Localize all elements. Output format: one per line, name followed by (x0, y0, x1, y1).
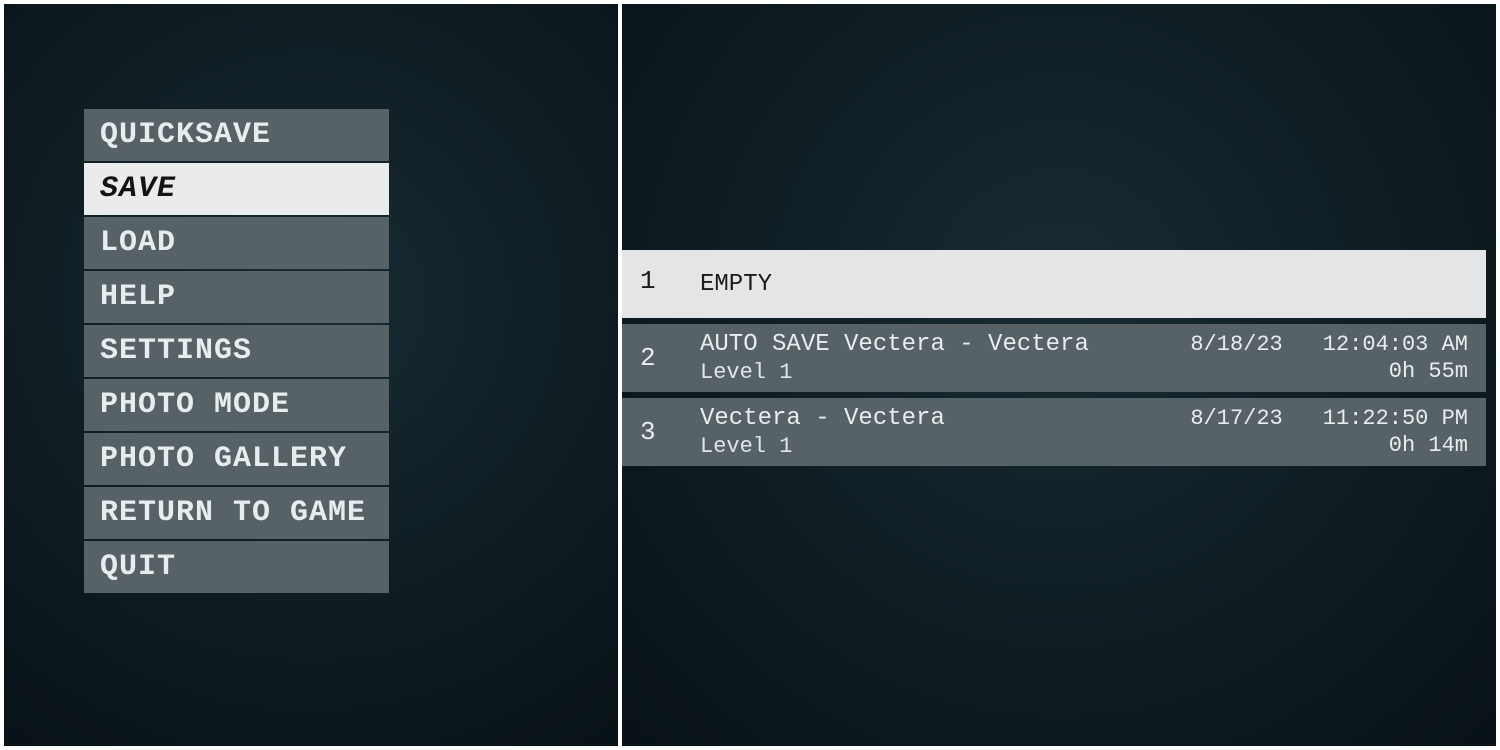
pause-menu-panel: QUICKSAVE SAVE LOAD HELP SETTINGS PHOTO … (0, 0, 620, 750)
slot-index: 1 (640, 266, 700, 302)
menu-item-photo-gallery[interactable]: PHOTO GALLERY (84, 433, 389, 485)
slot-body: AUTO SAVE Vectera - Vectera Level 1 (700, 331, 1190, 385)
menu-item-label: RETURN TO GAME (100, 496, 366, 530)
slot-title: AUTO SAVE Vectera - Vectera (700, 331, 1190, 358)
slot-body: Vectera - Vectera Level 1 (700, 405, 1190, 459)
pause-menu: QUICKSAVE SAVE LOAD HELP SETTINGS PHOTO … (84, 109, 389, 593)
menu-item-label: PHOTO MODE (100, 388, 290, 422)
slot-duration: 0h 55m (1389, 359, 1468, 384)
save-slot[interactable]: 1 EMPTY (622, 250, 1486, 318)
slot-meta: 8/18/23 12:04:03 AM 0h 55m (1190, 332, 1468, 384)
menu-item-label: SAVE (100, 172, 176, 206)
menu-item-label: HELP (100, 280, 176, 314)
slot-body: EMPTY (700, 271, 1198, 298)
menu-item-label: PHOTO GALLERY (100, 442, 347, 476)
menu-item-help[interactable]: HELP (84, 271, 389, 323)
menu-item-return-to-game[interactable]: RETURN TO GAME (84, 487, 389, 539)
slot-time: 11:22:50 PM (1323, 406, 1468, 431)
slot-meta: 8/17/23 11:22:50 PM 0h 14m (1190, 406, 1468, 458)
save-slot-list: 1 EMPTY 2 AUTO SAVE Vectera - Vectera Le… (622, 250, 1486, 466)
slot-time: 12:04:03 AM (1323, 332, 1468, 357)
slot-subtitle: Level 1 (700, 434, 1190, 459)
menu-item-photo-mode[interactable]: PHOTO MODE (84, 379, 389, 431)
save-slots-panel: 1 EMPTY 2 AUTO SAVE Vectera - Vectera Le… (620, 0, 1500, 750)
menu-item-label: LOAD (100, 226, 176, 260)
slot-title: Vectera - Vectera (700, 405, 1190, 432)
save-slot[interactable]: 3 Vectera - Vectera Level 1 8/17/23 11:2… (622, 398, 1486, 466)
slot-index: 3 (640, 417, 700, 447)
menu-item-label: QUICKSAVE (100, 118, 271, 152)
menu-item-load[interactable]: LOAD (84, 217, 389, 269)
menu-item-settings[interactable]: SETTINGS (84, 325, 389, 377)
slot-duration: 0h 14m (1389, 433, 1468, 458)
menu-item-quicksave[interactable]: QUICKSAVE (84, 109, 389, 161)
save-slot[interactable]: 2 AUTO SAVE Vectera - Vectera Level 1 8/… (622, 324, 1486, 392)
menu-item-label: SETTINGS (100, 334, 252, 368)
slot-subtitle: Level 1 (700, 360, 1190, 385)
menu-item-label: QUIT (100, 550, 176, 584)
slot-index: 2 (640, 343, 700, 373)
slot-date: 8/17/23 (1190, 406, 1282, 431)
slot-date: 8/18/23 (1190, 332, 1282, 357)
menu-item-quit[interactable]: QUIT (84, 541, 389, 593)
slot-title: EMPTY (700, 271, 1198, 298)
menu-item-save[interactable]: SAVE (84, 163, 389, 215)
